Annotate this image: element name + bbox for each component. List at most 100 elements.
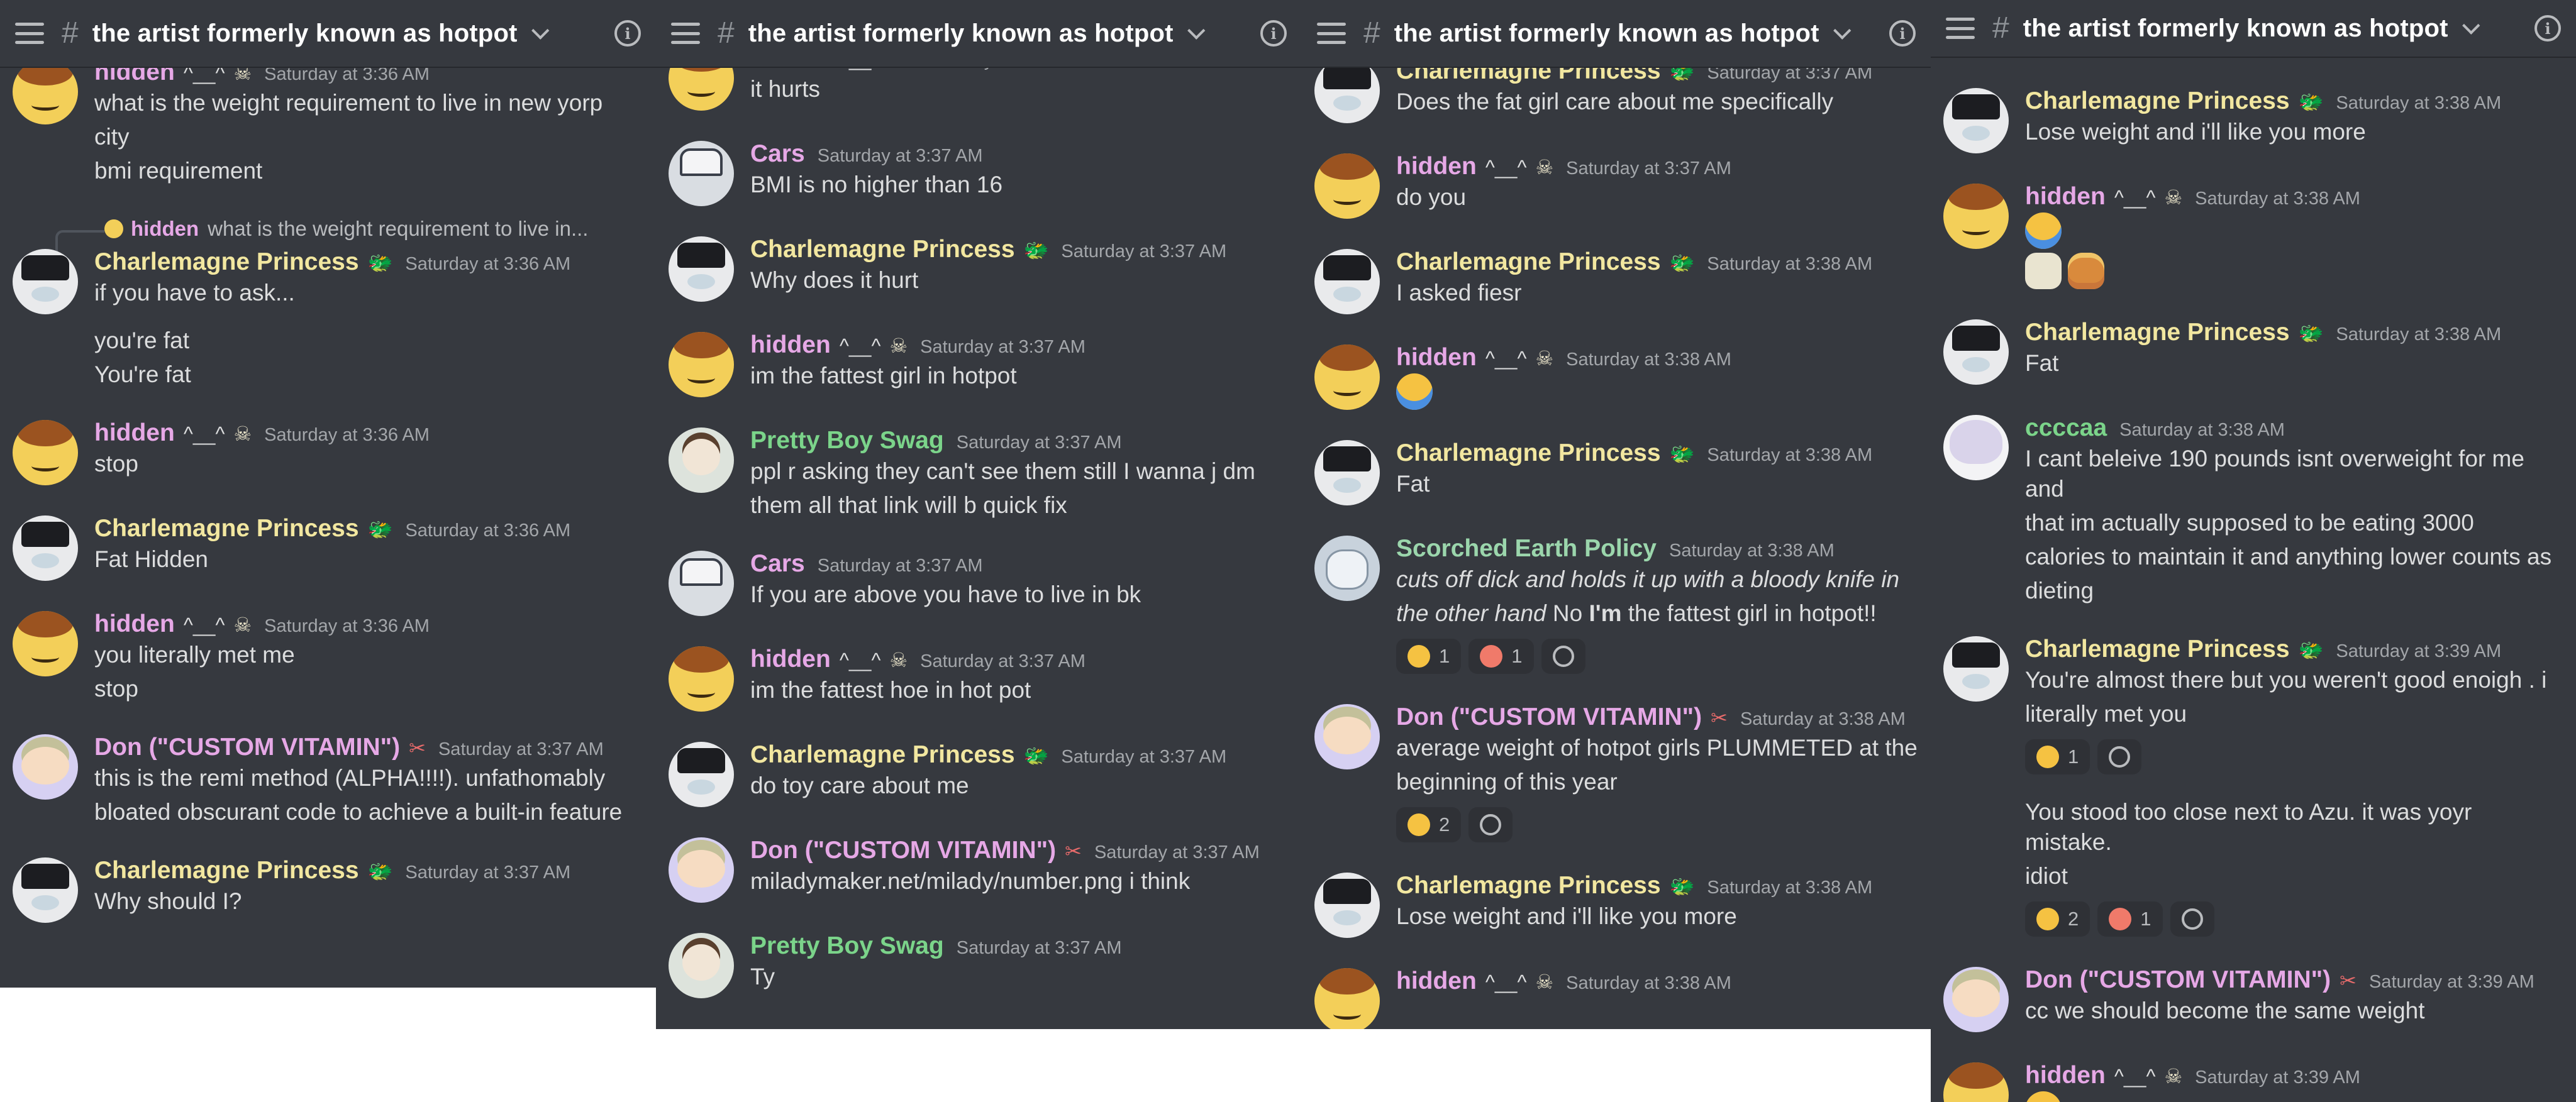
avatar[interactable] [669, 837, 734, 903]
author-name[interactable]: Charlemagne Princess [94, 855, 359, 886]
author-name[interactable]: hidden [750, 644, 831, 675]
add-reaction-button[interactable] [2097, 739, 2142, 774]
author-name[interactable]: ccccaa [2025, 412, 2107, 444]
avatar[interactable] [13, 68, 78, 124]
author-name[interactable]: hidden [94, 417, 175, 449]
info-icon[interactable]: i [1260, 20, 1287, 47]
avatar[interactable] [1314, 153, 1380, 219]
author-name[interactable]: Charlemagne Princess [2025, 634, 2290, 665]
info-icon[interactable]: i [614, 20, 641, 47]
avatar[interactable] [1314, 440, 1380, 505]
avatar[interactable] [669, 933, 734, 998]
author-name[interactable]: Charlemagne Princess [1396, 870, 1661, 901]
author-name[interactable]: hidden [2025, 1060, 2106, 1091]
menu-icon[interactable] [1317, 23, 1346, 44]
author-name[interactable]: Charlemagne Princess [1396, 68, 1661, 87]
channel-name[interactable]: the artist formerly known as hotpot [748, 19, 1174, 48]
avatar[interactable] [669, 141, 734, 206]
author-name[interactable]: Scorched Earth Policy [1396, 533, 1657, 565]
message-list[interactable]: hidden ^__^ ☠ Saturday at 3:37 AM it hurts Ca… [656, 68, 1302, 1029]
author-name[interactable]: Cars [750, 548, 805, 580]
info-icon[interactable]: i [1889, 20, 1916, 47]
message-list[interactable]: hidden ^__^ ☠ Saturday at 3:36 AM what is th… [0, 68, 656, 988]
author-name[interactable]: Charlemagne Princess [750, 739, 1015, 771]
reaction-pill[interactable]: 1 [1468, 639, 1534, 674]
author-name[interactable]: Charlemagne Princess [1396, 246, 1661, 278]
avatar[interactable] [669, 551, 734, 616]
author-name[interactable]: Pretty Boy Swag [750, 425, 944, 456]
author-name[interactable]: hidden [94, 609, 175, 640]
avatar[interactable] [13, 420, 78, 485]
avatar[interactable] [1943, 636, 2009, 702]
avatar[interactable] [1314, 968, 1380, 1029]
message-header: Cars Saturday at 3:37 AM [750, 138, 1289, 170]
author-name[interactable]: Charlemagne Princess [2025, 85, 2290, 117]
menu-icon[interactable] [15, 23, 44, 44]
author-name[interactable]: Don ("CUSTOM VITAMIN") [1396, 702, 1702, 733]
reaction-pill[interactable]: 1 [1396, 639, 1462, 674]
message-list[interactable]: Charlemagne Princess 🐲 Saturday at 3:38 AM… [1931, 58, 2576, 1102]
author-name[interactable]: Charlemagne Princess [750, 234, 1015, 265]
author-name[interactable]: Cars [750, 138, 805, 170]
reaction-pill[interactable]: 2 [1396, 807, 1462, 842]
avatar[interactable] [13, 249, 78, 314]
author-name[interactable]: hidden [750, 329, 831, 361]
avatar[interactable] [13, 611, 78, 676]
author-name[interactable]: Charlemagne Princess [1396, 438, 1661, 469]
avatar[interactable] [669, 236, 734, 302]
avatar[interactable] [1943, 415, 2009, 480]
add-reaction-button[interactable] [1541, 639, 1585, 674]
add-reaction-button[interactable] [1468, 807, 1513, 842]
avatar[interactable] [1943, 1062, 2009, 1102]
reply-reference[interactable]: hidden what is the weight requirement to … [48, 214, 643, 251]
avatar[interactable] [1943, 88, 2009, 153]
reaction-pill[interactable]: 2 [2025, 901, 2090, 937]
author-name[interactable]: hidden [94, 68, 175, 88]
menu-icon[interactable] [671, 23, 700, 44]
author-name[interactable]: hidden [1396, 966, 1477, 997]
chevron-down-icon[interactable] [531, 21, 550, 40]
avatar[interactable] [1314, 873, 1380, 938]
reaction-pill[interactable]: 1 [2025, 739, 2090, 774]
avatar[interactable] [1314, 536, 1380, 601]
avatar[interactable] [669, 646, 734, 712]
author-name[interactable]: hidden [1396, 151, 1477, 182]
chat-message: hidden ^__^ ☠ Saturday at 3:36 AM stop [13, 417, 643, 485]
avatar[interactable] [1314, 344, 1380, 410]
menu-icon[interactable] [1946, 18, 1975, 39]
avatar[interactable] [669, 742, 734, 807]
author-name[interactable]: hidden [750, 68, 831, 74]
author-name[interactable]: Charlemagne Princess [2025, 317, 2290, 348]
author-name[interactable]: Don ("CUSTOM VITAMIN") [94, 732, 400, 763]
author-name[interactable]: Don ("CUSTOM VITAMIN") [750, 835, 1056, 866]
chat-panel-1: # the artist formerly known as hotpot i … [0, 0, 656, 988]
channel-name[interactable]: the artist formerly known as hotpot [92, 19, 518, 48]
channel-name[interactable]: the artist formerly known as hotpot [1394, 19, 1819, 48]
author-name[interactable]: Charlemagne Princess [94, 246, 359, 278]
avatar[interactable] [669, 332, 734, 397]
avatar[interactable] [1314, 68, 1380, 123]
avatar[interactable] [1314, 704, 1380, 769]
avatar[interactable] [1314, 249, 1380, 314]
avatar[interactable] [13, 857, 78, 923]
avatar[interactable] [13, 515, 78, 581]
chevron-down-icon[interactable] [1833, 21, 1852, 40]
chevron-down-icon[interactable] [1187, 21, 1206, 40]
reaction-pill[interactable]: 1 [2097, 901, 2163, 937]
avatar[interactable] [1943, 184, 2009, 249]
message-list[interactable]: Charlemagne Princess 🐲 Saturday at 3:37 AM… [1302, 68, 1931, 1029]
author-name[interactable]: Charlemagne Princess [94, 513, 359, 544]
channel-name[interactable]: the artist formerly known as hotpot [2023, 14, 2448, 43]
author-name[interactable]: hidden [2025, 181, 2106, 212]
chevron-down-icon[interactable] [2462, 16, 2480, 35]
avatar[interactable] [1943, 967, 2009, 1032]
avatar[interactable] [13, 734, 78, 800]
info-icon[interactable]: i [2534, 15, 2561, 41]
author-name[interactable]: hidden [1396, 342, 1477, 373]
avatar[interactable] [669, 427, 734, 493]
avatar[interactable] [1943, 319, 2009, 385]
avatar[interactable] [669, 68, 734, 111]
add-reaction-button[interactable] [2170, 901, 2214, 937]
author-name[interactable]: Pretty Boy Swag [750, 930, 944, 962]
author-name[interactable]: Don ("CUSTOM VITAMIN") [2025, 964, 2331, 996]
